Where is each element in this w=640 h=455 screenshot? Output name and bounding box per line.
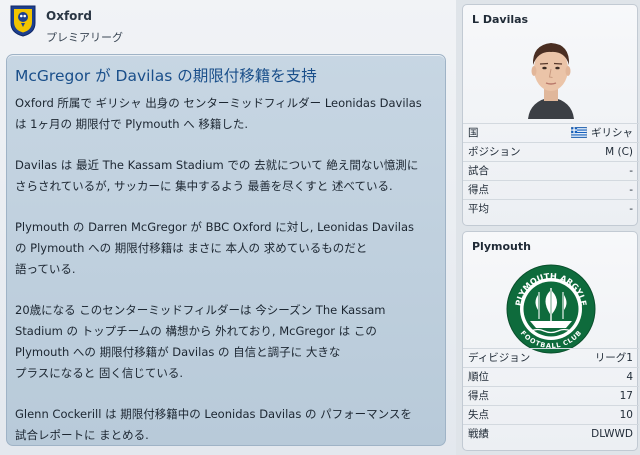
- row-label: 順位: [468, 371, 489, 383]
- article-line: Glenn Cockerill は 期限付移籍中の Leonidas Davil…: [15, 407, 412, 421]
- row-value: 4: [626, 371, 633, 383]
- article-paragraph: 20歳になる このセンターミッドフィルダーは 今シーズン The Kassam …: [15, 300, 441, 384]
- article-line: Davilas は 最近 The Kassam Stadium での 去就につい…: [15, 158, 419, 172]
- nation-name: ギリシャ: [591, 127, 633, 139]
- article-paragraph: Glenn Cockerill は 期限付移籍中の Leonidas Davil…: [15, 404, 441, 446]
- row-label: 平均: [468, 203, 489, 215]
- plymouth-crest-icon[interactable]: PLYMOUTH ARGYLE FOOTBALL CLUB: [506, 264, 596, 354]
- row-value: M (C): [605, 146, 633, 158]
- row-label: 失点: [468, 409, 489, 421]
- player-rating-row: 平均 -: [463, 199, 639, 218]
- greece-flag-icon: [570, 126, 588, 139]
- article-line: プラスになると 固く信じている.: [15, 366, 184, 380]
- row-label: 得点: [468, 390, 489, 402]
- oxford-badge-icon[interactable]: [10, 5, 36, 37]
- league-name-link[interactable]: プレミアリーグ: [46, 29, 123, 45]
- article-paragraph: Plymouth の Darren McGregor が BBC Oxford …: [15, 217, 441, 280]
- row-value: -: [629, 184, 633, 196]
- article-paragraph: Oxford 所属で ギリシャ 出身の センターミッドフィルダー Leonida…: [15, 93, 441, 135]
- article-line: 語っている.: [15, 262, 76, 276]
- news-article: McGregor が Davilas の期限付移籍を支持 Oxford 所属で …: [6, 54, 446, 446]
- row-value: -: [629, 165, 633, 177]
- row-label: 試合: [468, 165, 489, 177]
- row-value: 10: [619, 409, 633, 421]
- row-value: -: [629, 203, 633, 215]
- player-position-row: ポジション M (C): [463, 142, 639, 161]
- row-value: DLWWD: [591, 428, 633, 440]
- article-line: さらされているが, サッカーに 集中するよう 最善を尽くすと 述べている.: [15, 179, 393, 193]
- article-line: Plymouth への 期限付移籍が Davilas の 自信と調子に 大きな: [15, 345, 341, 359]
- row-value: 17: [619, 390, 633, 402]
- club-goals-for-row: 得点 17: [463, 386, 639, 405]
- article-line: Plymouth の Darren McGregor が BBC Oxford …: [15, 220, 415, 234]
- club-name-link[interactable]: Oxford: [46, 9, 92, 23]
- row-label: ディビジョン: [468, 352, 531, 364]
- player-card: L Davilas 国 ギリシャ ポジション M (C) 試合 - 得点 - 平…: [462, 4, 639, 226]
- row-value[interactable]: ギリシャ: [570, 124, 633, 142]
- article-line: Stadium の トップチームの 構想から 外れており, McGregor は…: [15, 324, 377, 338]
- article-line: Oxford 所属で ギリシャ 出身の センターミッドフィルダー Leonida…: [15, 96, 422, 110]
- row-label: 戦績: [468, 428, 489, 440]
- article-body: Oxford 所属で ギリシャ 出身の センターミッドフィルダー Leonida…: [15, 93, 441, 455]
- sidebar: L Davilas 国 ギリシャ ポジション M (C) 試合 - 得点 - 平…: [456, 0, 640, 455]
- player-nation-row: 国 ギリシャ: [463, 123, 639, 142]
- club-card: Plymouth PLYMOUTH ARGYLE FOOTBALL CLUB デ…: [462, 231, 639, 451]
- club-form-row: 戦績 DLWWD: [463, 424, 639, 443]
- article-line: 試合レポートに まとめる.: [15, 428, 149, 442]
- club-division-row: ディビジョン リーグ1: [463, 348, 639, 367]
- news-panel: Oxford プレミアリーグ McGregor が Davilas の期限付移籍…: [0, 0, 456, 455]
- player-goals-row: 得点 -: [463, 180, 639, 199]
- club-goals-against-row: 失点 10: [463, 405, 639, 424]
- article-headline: McGregor が Davilas の期限付移籍を支持: [15, 67, 317, 85]
- article-line: は 1ヶ月の 期限付で Plymouth へ 移籍した.: [15, 117, 249, 131]
- article-line: 20歳になる このセンターミッドフィルダーは 今シーズン The Kassam: [15, 303, 386, 317]
- club-name-link[interactable]: Plymouth: [472, 240, 531, 253]
- article-line: の Plymouth への 期限付移籍は まさに 本人の 求めているものだと: [15, 241, 368, 255]
- division-link[interactable]: リーグ1: [595, 349, 633, 367]
- player-name-link[interactable]: L Davilas: [472, 13, 528, 26]
- row-label: 得点: [468, 184, 489, 196]
- article-paragraph: Davilas は 最近 The Kassam Stadium での 去就につい…: [15, 155, 441, 197]
- row-label: ポジション: [468, 146, 521, 158]
- row-label: 国: [468, 127, 479, 139]
- club-position-row: 順位 4: [463, 367, 639, 386]
- player-portrait[interactable]: [520, 35, 582, 121]
- player-apps-row: 試合 -: [463, 161, 639, 180]
- news-header: Oxford プレミアリーグ: [0, 0, 456, 52]
